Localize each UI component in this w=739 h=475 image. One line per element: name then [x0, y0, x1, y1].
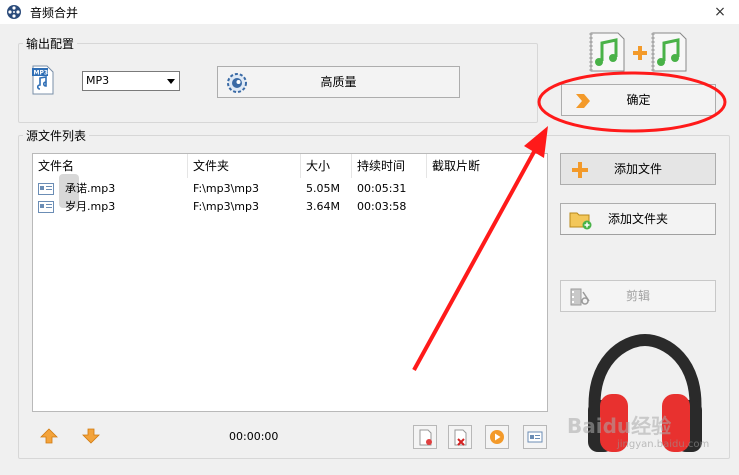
play-button[interactable]: [485, 425, 509, 449]
cut-button[interactable]: 剪辑: [560, 280, 716, 312]
confirm-button-label: 确定: [626, 93, 651, 107]
delete-x-icon: [454, 429, 467, 446]
row-duration: 00:03:58: [357, 200, 407, 213]
format-select-value: MP3: [86, 74, 110, 87]
total-time: 00:00:00: [229, 430, 279, 443]
confirm-button[interactable]: 确定: [561, 84, 716, 116]
close-button[interactable]: ×: [708, 1, 732, 23]
row-duration: 00:05:31: [357, 182, 407, 195]
column-header-folder[interactable]: 文件夹: [188, 154, 301, 178]
watermark-url: jingyan.baidu.com: [617, 439, 710, 450]
properties-button[interactable]: [523, 425, 547, 449]
chevron-down-icon: [167, 79, 175, 84]
film-reel-icon: [7, 5, 21, 19]
play-icon: [490, 430, 504, 444]
row-folder: F:\mp3\mp3: [193, 182, 259, 195]
add-file-button-label: 添加文件: [613, 162, 662, 176]
column-header-size[interactable]: 大小: [301, 154, 352, 178]
move-down-icon[interactable]: [82, 428, 100, 444]
separator: [560, 234, 715, 235]
table-row[interactable]: 岁月.mp3 F:\mp3\mp3 3.64M 00:03:58: [33, 198, 547, 216]
remove-file-icon: [419, 429, 432, 446]
add-folder-button-label: 添加文件夹: [607, 212, 668, 226]
clear-list-button[interactable]: [448, 425, 472, 449]
quality-button-label: 高质量: [320, 75, 357, 89]
remove-item-button[interactable]: [413, 425, 437, 449]
mp3-file-icon: MP3: [31, 65, 55, 95]
title-bar: 音频合并 ×: [0, 0, 739, 24]
mp3-icon-text: MP3: [34, 70, 49, 77]
list-file-icon: [38, 201, 54, 213]
table-row[interactable]: 承诺.mp3 F:\mp3\mp3 5.05M 00:05:31: [33, 174, 547, 208]
row-size: 5.05M: [306, 182, 340, 195]
window-title: 音频合并: [30, 6, 79, 20]
row-filename: 承诺.mp3: [65, 182, 116, 195]
column-header-filename[interactable]: 文件名: [33, 154, 188, 178]
row-folder: F:\mp3\mp3: [193, 200, 259, 213]
format-select[interactable]: MP3: [82, 71, 180, 91]
film-scissors-icon: [570, 288, 590, 306]
properties-icon: [527, 431, 543, 443]
column-header-clip[interactable]: 截取片断: [427, 154, 547, 178]
folder-add-icon: [569, 212, 592, 230]
quality-button[interactable]: 高质量: [217, 66, 460, 98]
move-up-icon[interactable]: [40, 428, 58, 444]
orange-arrow-icon: [576, 94, 590, 108]
plus-icon: [572, 162, 588, 178]
quality-gear-icon: [227, 73, 247, 93]
row-filename: 岁月.mp3: [65, 200, 116, 213]
add-file-button[interactable]: 添加文件: [560, 153, 716, 185]
plus-icon: [633, 46, 647, 60]
row-size: 3.64M: [306, 200, 340, 213]
cut-button-label: 剪辑: [625, 289, 650, 303]
add-folder-button[interactable]: 添加文件夹: [560, 203, 716, 235]
output-config-label: 输出配置: [23, 35, 78, 52]
source-files-label: 源文件列表: [23, 127, 90, 144]
merge-notes-graphic: [588, 29, 690, 75]
list-file-icon: [38, 183, 54, 195]
file-list[interactable]: 文件名 文件夹 大小 持续时间 截取片断 承诺.mp3 F:\mp3\mp3 5…: [32, 153, 548, 412]
watermark-logo: Baidu经验: [567, 414, 672, 438]
music-note-icon: [651, 32, 687, 72]
music-note-icon: [589, 32, 625, 72]
column-header-duration[interactable]: 持续时间: [352, 154, 427, 178]
